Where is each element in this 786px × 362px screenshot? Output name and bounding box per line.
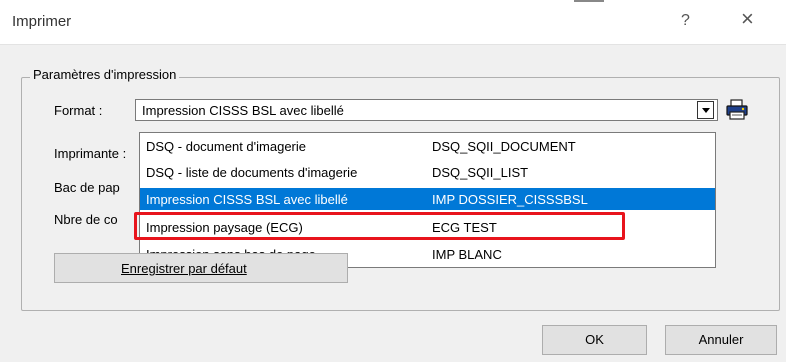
dropdown-option[interactable]: DSQ - document d'imagerie DSQ_SQII_DOCUM… — [140, 135, 715, 157]
annotation-highlight-box — [134, 212, 625, 240]
help-button[interactable]: ? — [681, 12, 690, 30]
background-window-edge — [574, 0, 604, 2]
printer-icon — [726, 99, 748, 120]
format-label: Format : — [54, 103, 103, 118]
format-dropdown-button[interactable] — [697, 101, 714, 119]
option-code: DSQ_SQII_DOCUMENT — [432, 139, 576, 154]
cancel-button[interactable]: Annuler — [665, 325, 777, 355]
chevron-down-icon — [702, 108, 710, 113]
printer-label: Imprimante : — [54, 146, 127, 161]
copies-label: Nbre de co — [54, 212, 118, 227]
dropdown-option[interactable]: DSQ - liste de documents d'imagerie DSQ_… — [140, 161, 715, 183]
ok-button[interactable]: OK — [542, 325, 647, 355]
format-dropdown-list: DSQ - document d'imagerie DSQ_SQII_DOCUM… — [139, 132, 716, 268]
dialog-title: Imprimer — [12, 13, 72, 30]
tray-label: Bac de pap — [54, 180, 120, 195]
close-button[interactable]: × — [741, 8, 754, 30]
option-name: DSQ - liste de documents d'imagerie — [146, 165, 358, 180]
format-select-value: Impression CISSS BSL avec libellé — [142, 103, 344, 118]
option-code: DSQ_SQII_LIST — [432, 165, 529, 180]
option-code: IMP DOSSIER_CISSSBSL — [432, 192, 588, 207]
title-bar: Imprimer ? × — [0, 0, 786, 45]
option-name: DSQ - document d'imagerie — [146, 139, 306, 154]
dropdown-option-selected[interactable]: Impression CISSS BSL avec libellé IMP DO… — [140, 188, 715, 210]
save-default-button[interactable]: Enregistrer par défaut — [54, 253, 348, 283]
option-name: Impression CISSS BSL avec libellé — [146, 192, 348, 207]
format-select[interactable]: Impression CISSS BSL avec libellé — [135, 99, 718, 121]
save-default-label: Enregistrer par défaut — [121, 261, 247, 276]
option-code: IMP BLANC — [432, 247, 502, 262]
group-legend: Paramètres d'impression — [30, 67, 180, 82]
printer-button[interactable] — [724, 98, 750, 122]
